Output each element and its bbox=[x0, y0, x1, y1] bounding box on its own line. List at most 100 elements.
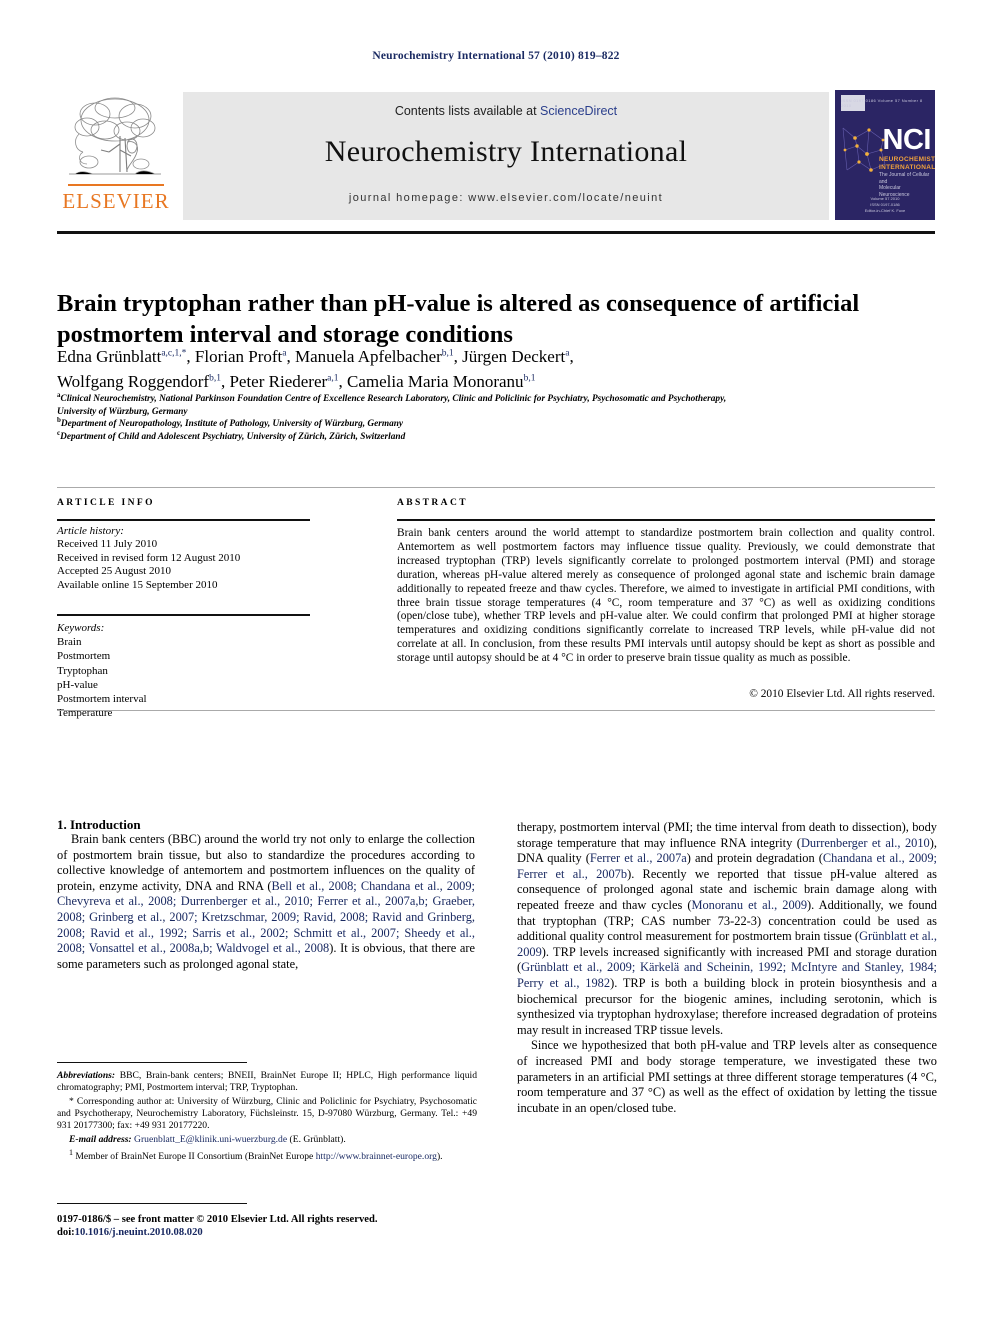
affiliation-list: aClinical Neurochemistry, National Parki… bbox=[57, 391, 757, 444]
footnote-email: E-mail address: Gruenblatt_E@klinik.uni-… bbox=[57, 1134, 477, 1146]
doi-line: doi:10.1016/j.neuint.2010.08.020 bbox=[57, 1226, 497, 1239]
cover-tagline: The Journal of Cellular and Molecular Ne… bbox=[879, 172, 931, 198]
paragraph: Since we hypothesized that both pH-value… bbox=[517, 1038, 937, 1115]
abstract-rule bbox=[397, 519, 935, 521]
abstract-heading: ABSTRACT bbox=[397, 498, 468, 508]
cover-bottom-text: Volume 57 2010 ISSN 0197-0186 Editor-in-… bbox=[835, 196, 935, 214]
elsevier-tree-icon bbox=[69, 97, 161, 175]
author-line-2: Wolfgang Roggendorfb,1, Peter Riederera,… bbox=[57, 372, 536, 391]
colophon: 0197-0186/$ – see front matter © 2010 El… bbox=[57, 1213, 497, 1240]
keywords-label: Keywords: bbox=[57, 622, 105, 634]
journal-title: Neurochemistry International bbox=[324, 135, 688, 168]
footnote-corresponding-author: * Corresponding author at: University of… bbox=[57, 1096, 477, 1132]
masthead-bottom-rule bbox=[57, 231, 935, 234]
article-history: Article history: Received 11 July 2010 R… bbox=[57, 525, 315, 592]
elsevier-rule bbox=[68, 184, 164, 186]
abbreviations-text: BBC, Brain-bank centers; BNEII, BrainNet… bbox=[57, 1070, 477, 1093]
journal-article-page: Neurochemistry International 57 (2010) 8… bbox=[0, 0, 992, 1323]
keyword-item: pH-value bbox=[57, 678, 98, 691]
article-history-label: Article history: bbox=[57, 525, 124, 537]
keyword-item: Brain bbox=[57, 636, 82, 649]
keyword-item: Postmortem interval bbox=[57, 693, 147, 706]
journal-cover-image: ISSN 0197-0186 Volume 57 Number 8 2010 N… bbox=[835, 90, 935, 220]
colophon-separator-rule bbox=[57, 1203, 247, 1204]
author-affil-marker: b,1 bbox=[523, 373, 536, 384]
journal-homepage-line[interactable]: journal homepage: www.elsevier.com/locat… bbox=[183, 192, 829, 204]
body-column-right: therapy, postmortem interval (PMI; the t… bbox=[517, 820, 937, 1116]
contents-prefix: Contents lists available at bbox=[394, 104, 541, 118]
author-name: Camelia Maria Monoranu bbox=[347, 372, 524, 391]
info-block-bottom-rule bbox=[57, 710, 935, 711]
email-label: E-mail address: bbox=[69, 1133, 132, 1145]
cover-subtitle: NEUROCHEMISTRY INTERNATIONAL bbox=[879, 156, 935, 172]
affiliation-item: aClinical Neurochemistry, National Parki… bbox=[57, 391, 757, 418]
article-history-item: Available online 15 September 2010 bbox=[57, 578, 218, 591]
author-affil-marker: b,1 bbox=[209, 373, 221, 384]
cover-subtitle-line1: NEUROCHEMISTRY bbox=[879, 156, 935, 163]
author-affil-marker: b,1 bbox=[441, 348, 454, 359]
author-name: Edna Grünblatt bbox=[57, 347, 162, 366]
cover-subtitle-line2: INTERNATIONAL bbox=[879, 164, 935, 172]
doi-link[interactable]: 10.1016/j.neuint.2010.08.020 bbox=[75, 1227, 203, 1238]
article-info-heading: ARTICLE INFO bbox=[57, 498, 155, 508]
author-affil-marker: a bbox=[282, 348, 287, 359]
cover-issn-label: ISSN 0197-0186 Volume 57 Number 8 2010 bbox=[841, 98, 923, 108]
affiliation-text: Department of Neuropathology, Institute … bbox=[60, 419, 404, 430]
email-suffix: (E. Grünblatt). bbox=[287, 1133, 346, 1145]
article-history-item: Received in revised form 12 August 2010 bbox=[57, 551, 241, 564]
footnote-abbreviations: Abbreviations: BBC, Brain-bank centers; … bbox=[57, 1070, 477, 1094]
footnote-separator-rule bbox=[57, 1062, 247, 1063]
elsevier-wordmark: ELSEVIER bbox=[62, 189, 170, 213]
affiliation-item: cDepartment of Child and Adolescent Psyc… bbox=[57, 429, 757, 444]
paragraph: therapy, postmortem interval (PMI; the t… bbox=[517, 820, 937, 1038]
article-info-rule-2 bbox=[57, 614, 310, 616]
article-info-rule-1 bbox=[57, 519, 310, 521]
consortium-link[interactable]: http://www.brainnet-europe.org bbox=[316, 1152, 437, 1163]
journal-masthead: Contents lists available at ScienceDirec… bbox=[57, 90, 935, 227]
author-line-1: Edna Grünblatta,c,1,*, Florian Profta, M… bbox=[57, 347, 574, 366]
article-history-item: Received 11 July 2010 bbox=[57, 538, 158, 551]
section-heading-introduction: 1. Introduction bbox=[57, 816, 141, 832]
author-name: Peter Riederer bbox=[229, 372, 328, 391]
running-head: Neurochemistry International 57 (2010) 8… bbox=[372, 50, 620, 62]
paragraph-text: ) and protein degradation ( bbox=[686, 851, 823, 866]
cover-bottom-line2: ISSN 0197-0186 bbox=[870, 202, 900, 207]
author-name: Florian Proft bbox=[194, 347, 283, 366]
sciencedirect-link[interactable]: ScienceDirect bbox=[540, 104, 617, 118]
cover-tagline-line1: The Journal of Cellular and bbox=[879, 172, 930, 185]
author-name: Wolfgang Roggendorf bbox=[57, 372, 210, 391]
author-affil-marker: a bbox=[565, 348, 570, 359]
cover-acronym: NCI bbox=[882, 124, 932, 156]
elsevier-logo: ELSEVIER bbox=[57, 92, 175, 220]
issn-copyright-line: 0197-0186/$ – see front matter © 2010 El… bbox=[57, 1214, 378, 1225]
affiliation-text: Department of Child and Adolescent Psych… bbox=[60, 431, 406, 442]
keyword-item: Postmortem bbox=[57, 650, 111, 663]
cover-top-strip: ISSN 0197-0186 Volume 57 Number 8 2010 bbox=[841, 95, 929, 113]
author-affil-marker: a,c,1,* bbox=[161, 348, 187, 359]
author-name: Jürgen Deckert bbox=[462, 347, 566, 366]
abstract-copyright: © 2010 Elsevier Ltd. All rights reserved… bbox=[749, 688, 935, 700]
consortium-suffix: ). bbox=[436, 1151, 443, 1163]
citation-link[interactable]: Ferrer et al., 2007a bbox=[590, 851, 687, 865]
body-column-left: Brain bank centers (BBC) around the worl… bbox=[57, 832, 475, 972]
info-block-top-rule bbox=[57, 487, 935, 488]
consortium-text: Member of BrainNet Europe II Consortium … bbox=[73, 1151, 316, 1163]
corresponding-author-text: Corresponding author at: University of W… bbox=[57, 1095, 477, 1131]
citation-link[interactable]: Durrenberger et al., 2010 bbox=[801, 836, 930, 850]
footnote-consortium: 1 Member of BrainNet Europe II Consortiu… bbox=[57, 1147, 477, 1163]
affiliation-item: bDepartment of Neuropathology, Institute… bbox=[57, 417, 757, 431]
cover-bottom-line3: Editor-in-Chief K. Fuxe bbox=[864, 208, 906, 213]
article-history-item: Accepted 25 August 2010 bbox=[57, 565, 171, 578]
keyword-list: Keywords: Brain Postmortem Tryptophan pH… bbox=[57, 621, 315, 720]
paragraph: Brain bank centers (BBC) around the worl… bbox=[57, 832, 475, 972]
author-name: Manuela Apfelbacher bbox=[294, 347, 442, 366]
cover-bottom-line1: Volume 57 2010 bbox=[870, 196, 900, 201]
affiliation-text: Clinical Neurochemistry, National Parkin… bbox=[57, 394, 727, 417]
abbreviations-label: Abbreviations: bbox=[57, 1070, 116, 1081]
email-link[interactable]: Gruenblatt_E@klinik.uni-wuerzburg.de bbox=[134, 1134, 287, 1145]
citation-link[interactable]: Monoranu et al., 2009 bbox=[691, 898, 807, 912]
author-affil-marker: a,1 bbox=[327, 373, 339, 384]
author-list: Edna Grünblatta,c,1,*, Florian Profta, M… bbox=[57, 344, 937, 394]
doi-label: doi: bbox=[57, 1227, 75, 1239]
keyword-item: Tryptophan bbox=[57, 664, 108, 677]
